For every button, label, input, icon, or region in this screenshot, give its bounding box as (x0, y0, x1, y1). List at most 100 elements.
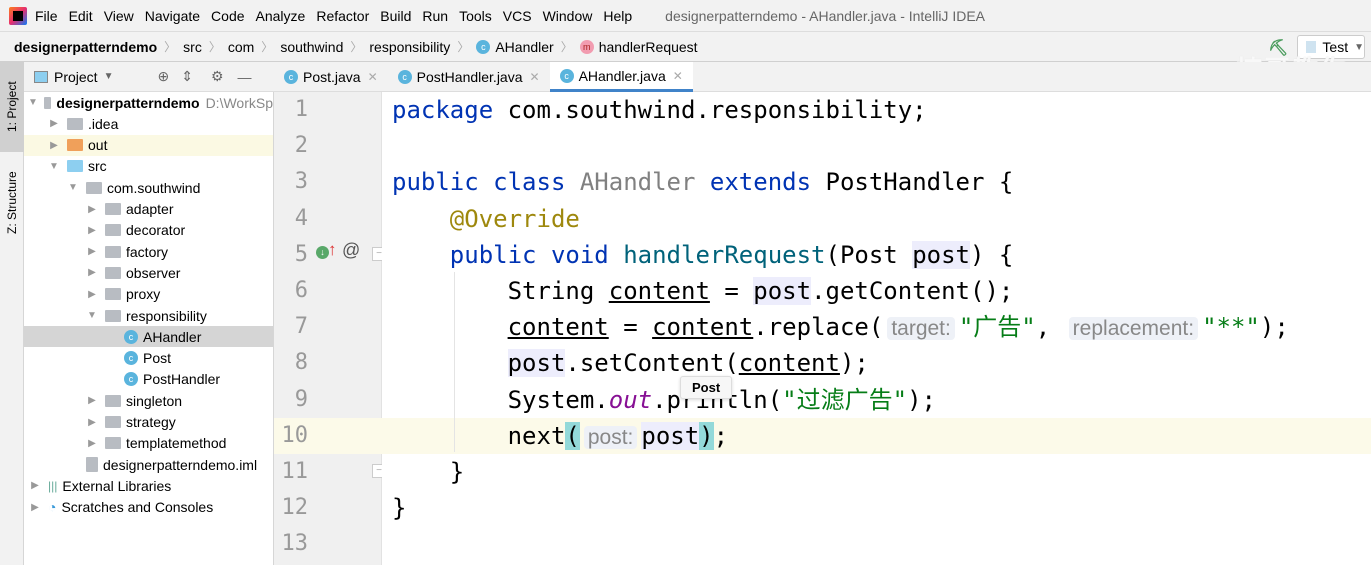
tree-item[interactable]: ▼ responsibility (24, 305, 273, 326)
tree-item[interactable]: ▶ decorator (24, 220, 273, 241)
tree-item-label: AHandler (143, 328, 202, 345)
project-tool-tab[interactable]: 1: Project (0, 62, 24, 152)
chevron-down-icon: ▼ (1354, 41, 1364, 53)
expand-arrow-icon[interactable]: ▶ (28, 480, 42, 491)
expand-arrow-icon[interactable]: ▶ (28, 502, 42, 513)
collapse-all-icon[interactable]: ⇕ (181, 68, 193, 85)
project-view-select[interactable]: Project (54, 69, 98, 85)
expand-arrow-icon[interactable]: ▼ (66, 182, 80, 193)
tree-item[interactable]: ▶ proxy (24, 284, 273, 305)
tree-item[interactable]: ▶ factory (24, 241, 273, 262)
tree-item-label: observer (126, 264, 181, 281)
code-token: PostHandler { (811, 168, 1014, 197)
tree-item[interactable]: c PostHandler (24, 369, 273, 390)
crumb-responsibility[interactable]: responsibility (369, 39, 450, 55)
tab-posthandler-java[interactable]: c PostHandler.java ✕ (388, 62, 550, 92)
crumb-southwind[interactable]: southwind (280, 39, 343, 55)
tree-item[interactable]: ▶ ||| External Libraries (24, 475, 273, 496)
expand-arrow-icon[interactable]: ▶ (85, 225, 99, 236)
left-tool-stripe: 1: Project Z: Structure (0, 62, 24, 565)
code-editor[interactable]: package com.southwind.responsibility; pub… (382, 92, 1371, 565)
menu-file[interactable]: File (35, 8, 58, 24)
code-token: content (507, 313, 609, 342)
code-line: } (382, 454, 1371, 490)
code-line: @Override (382, 201, 1371, 237)
menu-code[interactable]: Code (211, 8, 244, 24)
annotation-icon[interactable]: @ (342, 240, 360, 261)
tree-item-label: templatemethod (126, 435, 227, 452)
tree-item[interactable]: ▶ strategy (24, 412, 273, 433)
crumb-src[interactable]: src (183, 39, 202, 55)
crumb-com[interactable]: com (228, 39, 254, 55)
menu-tools[interactable]: Tools (459, 8, 492, 24)
tree-item[interactable]: ▼ src (24, 156, 273, 177)
abstract-class-icon: c (397, 70, 412, 84)
expand-arrow-icon[interactable]: ▶ (47, 140, 61, 151)
code-token: ); (839, 349, 869, 378)
chevron-down-icon[interactable]: ▼ (104, 71, 114, 82)
expand-arrow-icon[interactable]: ▶ (85, 289, 99, 300)
code-line: content = content.replace(target: "广告", r… (382, 309, 1371, 345)
menu-run[interactable]: Run (422, 8, 448, 24)
tree-item[interactable]: ▶ singleton (24, 390, 273, 411)
structure-tool-tab[interactable]: Z: Structure (0, 158, 24, 248)
menu-refactor[interactable]: Refactor (316, 8, 369, 24)
crumb-handlerrequest[interactable]: handlerRequest (599, 39, 698, 55)
line-number: 2 (294, 133, 308, 159)
code-line: post.setContent(content); (382, 345, 1371, 381)
expand-arrow-icon[interactable]: ▶ (85, 438, 99, 449)
expand-arrow-icon[interactable]: ▶ (85, 395, 99, 406)
expand-arrow-icon[interactable]: ▶ (85, 204, 99, 215)
expand-arrow-icon[interactable]: ▼ (85, 310, 99, 321)
menu-build[interactable]: Build (380, 8, 411, 24)
menu-analyze[interactable]: Analyze (256, 8, 306, 24)
tree-item[interactable]: ▶ templatemethod (24, 433, 273, 454)
tree-item[interactable]: ▶ adapter (24, 199, 273, 220)
expand-arrow-icon[interactable]: ▶ (85, 417, 99, 428)
expand-arrow-icon[interactable]: ▼ (47, 161, 61, 172)
crumb-project[interactable]: designerpatterndemo (14, 39, 157, 55)
code-token: public void (449, 240, 609, 269)
close-icon[interactable]: ✕ (530, 70, 540, 84)
menu-help[interactable]: Help (603, 8, 632, 24)
tree-item[interactable]: ▶ out (24, 134, 273, 156)
expand-arrow-icon[interactable]: ▼ (28, 97, 38, 108)
tree-item[interactable]: ▼ designerpatterndemo D:\WorkSp (24, 92, 273, 113)
menu-vcs[interactable]: VCS (503, 8, 532, 24)
code-token: ) (699, 421, 714, 450)
code-token: post (641, 421, 700, 450)
code-line: public void handlerRequest(Post post) { (382, 237, 1371, 273)
menu-edit[interactable]: Edit (69, 8, 93, 24)
tree-item[interactable]: ▶ observer (24, 262, 273, 283)
tree-item[interactable]: designerpatterndemo.iml (24, 454, 273, 475)
menu-navigate[interactable]: Navigate (145, 8, 200, 24)
tree-item[interactable]: ▼ com.southwind (24, 177, 273, 198)
override-arrow-icon[interactable]: ↑ (328, 240, 337, 260)
expand-arrow-icon[interactable]: ▶ (47, 118, 61, 129)
menu-view[interactable]: View (104, 8, 134, 24)
tree-item-label: src (88, 158, 107, 175)
tree-item[interactable]: c AHandler (24, 326, 273, 348)
folder-icon (105, 394, 121, 407)
code-token: System. (392, 385, 609, 414)
tab-ahandler-java[interactable]: c AHandler.java ✕ (549, 62, 693, 92)
minimize-icon[interactable]: — (238, 69, 252, 85)
tree-item[interactable]: ▶ .idea (24, 113, 273, 134)
menu-window[interactable]: Window (543, 8, 593, 24)
close-icon[interactable]: ✕ (673, 69, 683, 83)
tree-item-label: proxy (126, 286, 161, 303)
expand-arrow-icon[interactable]: ▶ (85, 267, 99, 278)
expand-arrow-icon[interactable]: ▶ (85, 246, 99, 257)
gear-icon[interactable]: ⚙ (211, 68, 224, 85)
tab-post-java[interactable]: c Post.java ✕ (274, 62, 388, 92)
code-token: post (753, 277, 812, 305)
crumb-ahandler[interactable]: AHandler (495, 39, 553, 55)
tree-item[interactable]: ▶ ◔ Scratches and Consoles (24, 497, 273, 518)
project-view-icon (34, 70, 48, 83)
close-icon[interactable]: ✕ (368, 70, 378, 84)
tree-item[interactable]: c Post (24, 348, 273, 369)
locate-icon[interactable]: ⊕ (157, 68, 169, 85)
